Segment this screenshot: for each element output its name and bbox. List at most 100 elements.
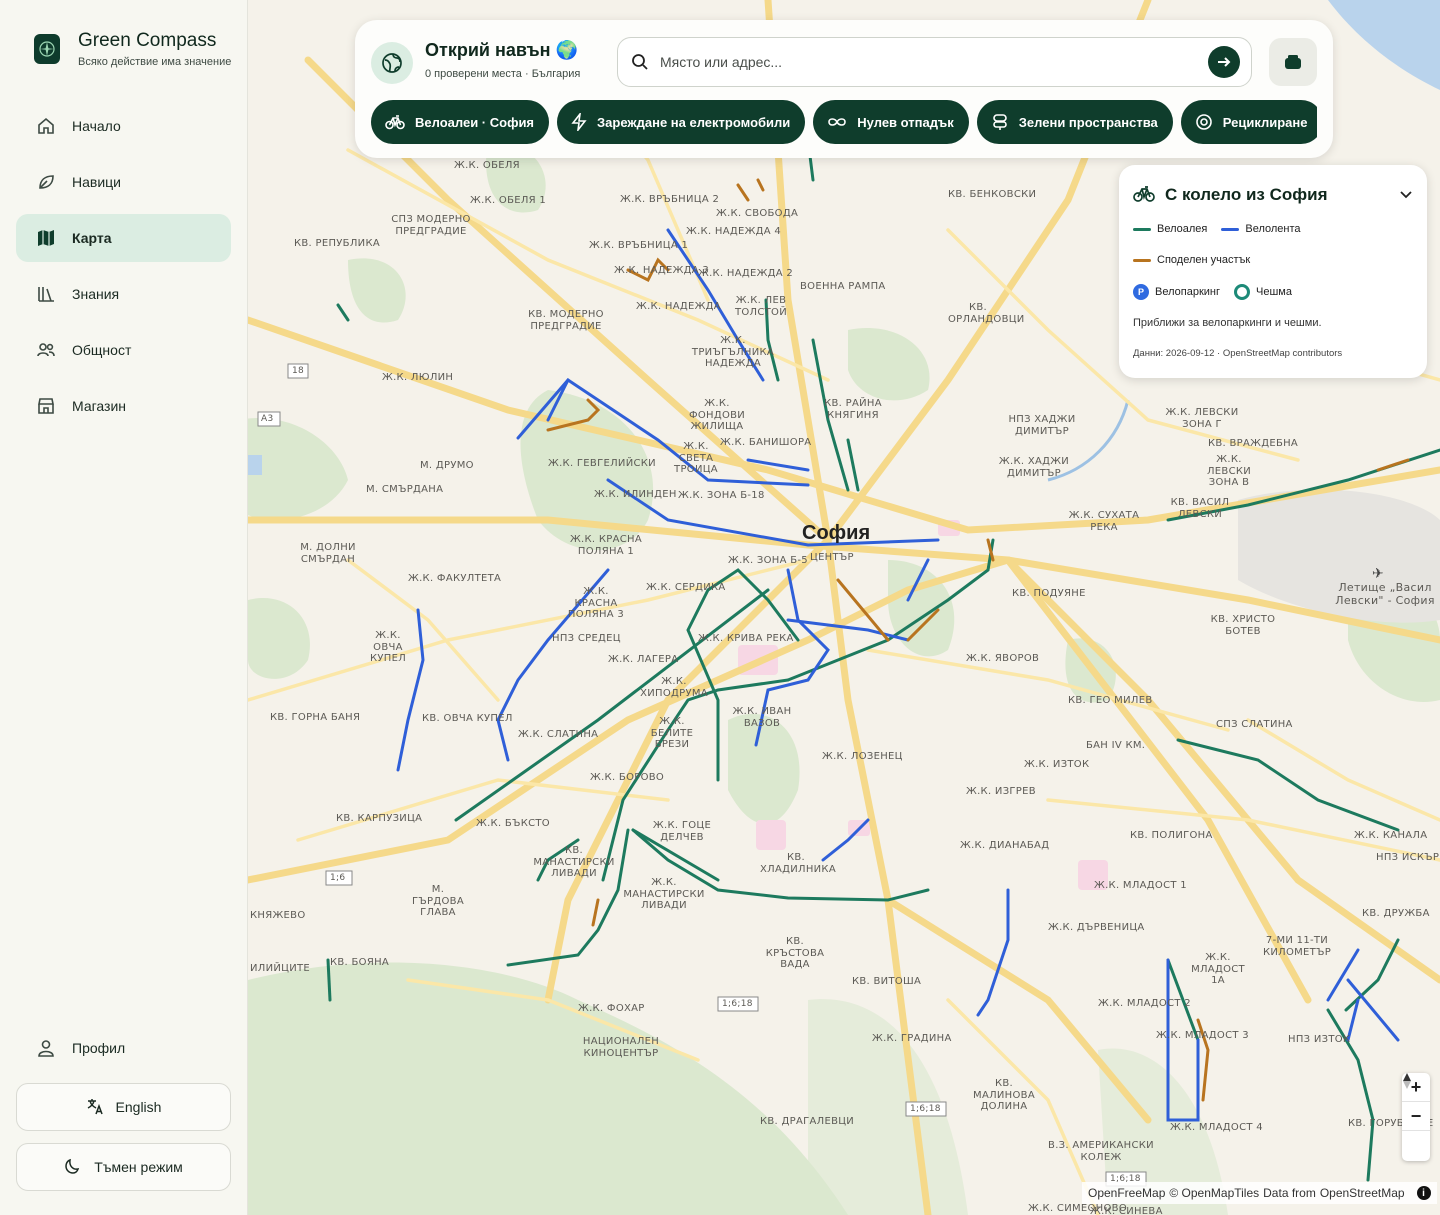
legend-label: Велопаркинг xyxy=(1155,286,1220,298)
brand[interactable]: Green Compass Всяко действие има значени… xyxy=(34,30,231,68)
district-label: ВОЕННА РАМПА xyxy=(800,281,886,292)
nav-item-label: Общност xyxy=(72,342,132,358)
district-label: КНЯЖЕВО xyxy=(250,910,306,921)
district-label: Ж.К. ЛЕВСКИ ЗОНА В xyxy=(1206,454,1252,488)
district-label: Ж.К. МЛАДОСТ 1 xyxy=(1094,880,1187,891)
nav-item-map[interactable]: Карта xyxy=(16,214,231,262)
district-label: Ж.К. ЛЮЛИН xyxy=(382,372,454,383)
map-icon xyxy=(36,228,56,248)
district-label: КВ. ПОДУЯНЕ xyxy=(1012,588,1086,599)
nav-item-home[interactable]: Начало xyxy=(16,102,231,150)
nav-item-store[interactable]: Магазин xyxy=(16,382,231,430)
chip-ev-charging[interactable]: Зареждане на електромобили xyxy=(557,100,806,144)
district-label: Ж.К. ВРЪБНИЦА 2 xyxy=(620,194,720,205)
district-label: Ж.К. ОБЕЛЯ xyxy=(454,160,520,171)
layers-icon xyxy=(1285,55,1301,69)
district-label: Ж.К. ФОНДОВИ ЖИЛИЩА xyxy=(688,398,746,432)
airport-icon: ✈ xyxy=(1372,565,1384,581)
legend-parking: P Велопаркинг xyxy=(1133,284,1220,300)
bike-legend-panel: С колело из София Велоалея Велолента Спо… xyxy=(1119,165,1427,378)
nav-item-habits[interactable]: Навици xyxy=(16,158,231,206)
district-label: Ж.К. КРАСНА ПОЛЯНА 3 xyxy=(567,586,625,620)
district-label: Ж.К. НАДЕЖДА 3 xyxy=(614,265,710,276)
district-label: М. ГЪРДОВА ГЛАВА xyxy=(412,884,464,918)
district-label: Ж.К. КРАСНА ПОЛЯНА 1 xyxy=(569,534,643,557)
district-label: КВ. БЕНКОВСКИ xyxy=(948,189,1037,200)
globe-button[interactable] xyxy=(371,42,413,84)
compass-reset-button[interactable] xyxy=(1402,1073,1430,1160)
district-label: Ж.К. БЕЛИТЕ БРЕЗИ xyxy=(650,716,694,750)
layers-button[interactable] xyxy=(1269,38,1317,86)
nav-item-knowledge[interactable]: Знания xyxy=(16,270,231,318)
explore-panel: Открий навън 🌍 0 проверени места · Бълга… xyxy=(355,20,1333,158)
main-nav: Начало Навици Карта Знания Общност Магаз… xyxy=(16,102,231,438)
dark-mode-button[interactable]: Тъмен режим xyxy=(16,1143,231,1191)
panel-title: Открий навън 🌍 xyxy=(425,40,578,60)
leaf-icon xyxy=(36,172,56,192)
line-swatch xyxy=(1133,258,1151,262)
moon-icon xyxy=(64,1157,82,1178)
search-submit-button[interactable] xyxy=(1208,46,1240,78)
nav-item-label: Магазин xyxy=(72,398,127,414)
road-shield: 1;6 xyxy=(330,873,346,883)
nav-item-label: Начало xyxy=(72,118,121,134)
district-label: КВ. ВАСИЛ ЛЕВСКИ xyxy=(1170,497,1230,520)
district-label: Ж.К. ЛОЗЕНЕЦ xyxy=(822,751,903,762)
chevron-down-icon[interactable] xyxy=(1399,187,1413,206)
district-label: КВ. ОВЧА КУПЕЛ xyxy=(422,713,513,724)
legend-cycle-path: Велоалея xyxy=(1133,223,1207,235)
users-icon xyxy=(36,340,56,360)
district-label: КВ. ГОРНА БАНЯ xyxy=(270,712,361,723)
arrow-right-icon xyxy=(1218,57,1231,67)
bike-icon xyxy=(1133,185,1155,208)
fountain-icon xyxy=(1234,284,1250,300)
district-label: КВ. МАНАСТИРСКИ ЛИВАДИ xyxy=(533,845,615,879)
nav-item-label: Карта xyxy=(72,230,112,246)
profile-link[interactable]: Профил xyxy=(16,1024,231,1072)
chip-green-spaces[interactable]: Зелени пространства xyxy=(976,100,1173,144)
language-button[interactable]: English xyxy=(16,1083,231,1131)
district-label: Ж.К. МЛАДОСТ 3 xyxy=(1156,1030,1249,1041)
legend-cycle-lane: Велолента xyxy=(1221,223,1301,235)
user-icon xyxy=(36,1038,56,1058)
district-label: КВ. ГЕО МИЛЕВ xyxy=(1068,695,1153,706)
legend-note: Приближи за велопаркинги и чешми. xyxy=(1133,317,1322,329)
map-attribution: OpenFreeMap © OpenMapTiles Data from Ope… xyxy=(1082,1182,1437,1204)
chip-zero-waste[interactable]: Нулев отпадък xyxy=(813,100,969,144)
district-label: КВ. БОЯНА xyxy=(330,957,390,968)
district-label: КВ. ДРАГАЛЕВЦИ xyxy=(760,1116,855,1127)
district-label: Ж.К. НАДЕЖДА 4 xyxy=(686,226,782,237)
language-label: English xyxy=(115,1099,162,1115)
chip-recycling[interactable]: Рециклиране xyxy=(1180,100,1317,144)
district-label: Ж.К. ГЕВГЕЛИЙСКИ xyxy=(548,458,656,469)
tree-icon xyxy=(992,114,1007,130)
district-label: Ж.К. СЛАТИНА xyxy=(518,729,599,740)
airport-label: Летище „Васил Левски" - София xyxy=(1335,581,1435,607)
search-input[interactable] xyxy=(660,38,1200,86)
district-label: Ж.К. КРИВА РЕКА xyxy=(698,633,794,644)
nav-item-community[interactable]: Общност xyxy=(16,326,231,374)
district-label: Ж.К. СИНЕВА xyxy=(1090,1206,1163,1215)
info-icon[interactable]: i xyxy=(1416,1186,1431,1200)
district-label: Ж.К. ЛЕВСКИ ЗОНА Г xyxy=(1165,407,1239,430)
district-label: Ж.К. ОБЕЛЯ 1 xyxy=(470,195,547,206)
attribution-link-osm[interactable]: OpenStreetMap xyxy=(1320,1186,1405,1200)
district-label: Ж.К. ФОХАР xyxy=(578,1003,645,1014)
search-icon xyxy=(631,53,649,76)
attribution-link-openfreemap[interactable]: OpenFreeMap xyxy=(1088,1186,1165,1200)
chip-label: Зареждане на електромобили xyxy=(597,114,791,130)
chip-bike-paths[interactable]: Велоалеи · София xyxy=(371,100,550,144)
zoom-out-button[interactable]: − xyxy=(1402,1102,1430,1131)
legend-row: Велоалея Велолента xyxy=(1133,223,1301,235)
district-label: Ж.К. ХИПОДРУМА xyxy=(640,676,708,699)
line-swatch xyxy=(1221,227,1240,231)
district-label: Ж.К. МЛАДОСТ 1А xyxy=(1191,952,1245,986)
district-label: КВ. МОДЕРНО ПРЕДГРАДИЕ xyxy=(528,309,604,332)
infinity-icon xyxy=(828,118,847,126)
district-label: Ж.К. ТРИЪГЪЛНИКА НАДЕЖДА xyxy=(691,335,775,369)
district-label: НПЗ ХАДЖИ ДИМИТЪР xyxy=(1008,414,1076,437)
zoom-controls: + − xyxy=(1402,1073,1430,1161)
legend-row: Споделен участък xyxy=(1133,254,1250,266)
district-label: КВ. ВРАЖДЕБНА xyxy=(1208,438,1299,449)
attribution-text[interactable]: © OpenMapTiles xyxy=(1169,1186,1259,1200)
